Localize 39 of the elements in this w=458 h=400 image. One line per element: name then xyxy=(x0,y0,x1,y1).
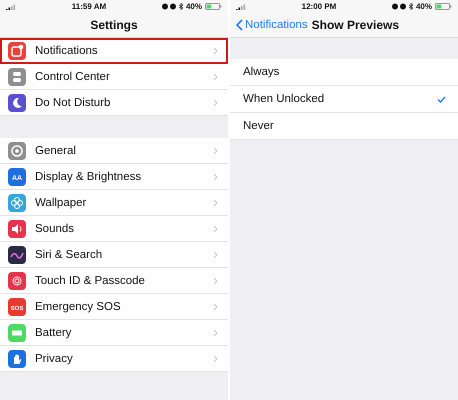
status-time: 11:59 AM xyxy=(72,2,106,11)
option-row[interactable]: When Unlocked xyxy=(230,86,458,113)
settings-row[interactable]: General xyxy=(0,138,228,164)
battery-percent: 40% xyxy=(416,2,432,11)
settings-row[interactable]: Control Center xyxy=(0,64,228,90)
chevron-icon xyxy=(213,172,218,180)
bluetooth-icon xyxy=(408,3,413,10)
settings-row[interactable]: Battery xyxy=(0,320,228,346)
bluetooth-icon xyxy=(178,3,183,10)
signal-icon xyxy=(236,4,246,10)
back-chevron-icon xyxy=(236,19,243,31)
chevron-icon xyxy=(213,302,218,310)
chevron-icon xyxy=(213,198,218,206)
settings-row[interactable]: Privacy xyxy=(0,346,228,372)
chevron-icon xyxy=(213,146,218,154)
chevron-icon xyxy=(213,328,218,336)
settings-row[interactable]: Notifications xyxy=(0,38,228,64)
settings-row[interactable]: Wallpaper xyxy=(0,190,228,216)
battery-percent: 40% xyxy=(186,2,202,11)
screen-title: Show Previews xyxy=(312,18,400,32)
settings-row[interactable]: Sounds xyxy=(0,216,228,242)
status-time: 12:00 PM xyxy=(302,2,336,11)
settings-row[interactable]: Do Not Disturb xyxy=(0,90,228,116)
chevron-icon xyxy=(213,98,218,106)
settings-row[interactable]: Siri & Search xyxy=(0,242,228,268)
chevron-icon xyxy=(213,354,218,362)
settings-row[interactable]: Touch ID & Passcode xyxy=(0,268,228,294)
chevron-icon xyxy=(213,72,218,80)
battery-icon xyxy=(434,3,452,10)
option-row[interactable]: Always xyxy=(230,59,458,86)
battery-icon xyxy=(205,3,222,10)
screen-title: Settings xyxy=(90,18,138,32)
chevron-icon xyxy=(213,224,218,232)
back-link[interactable]: Notifications xyxy=(236,19,308,31)
signal-icon xyxy=(6,4,16,10)
chevron-icon xyxy=(213,276,218,284)
chevron-icon xyxy=(213,250,218,258)
chevron-icon xyxy=(213,46,218,54)
option-row[interactable]: Never xyxy=(230,113,458,140)
